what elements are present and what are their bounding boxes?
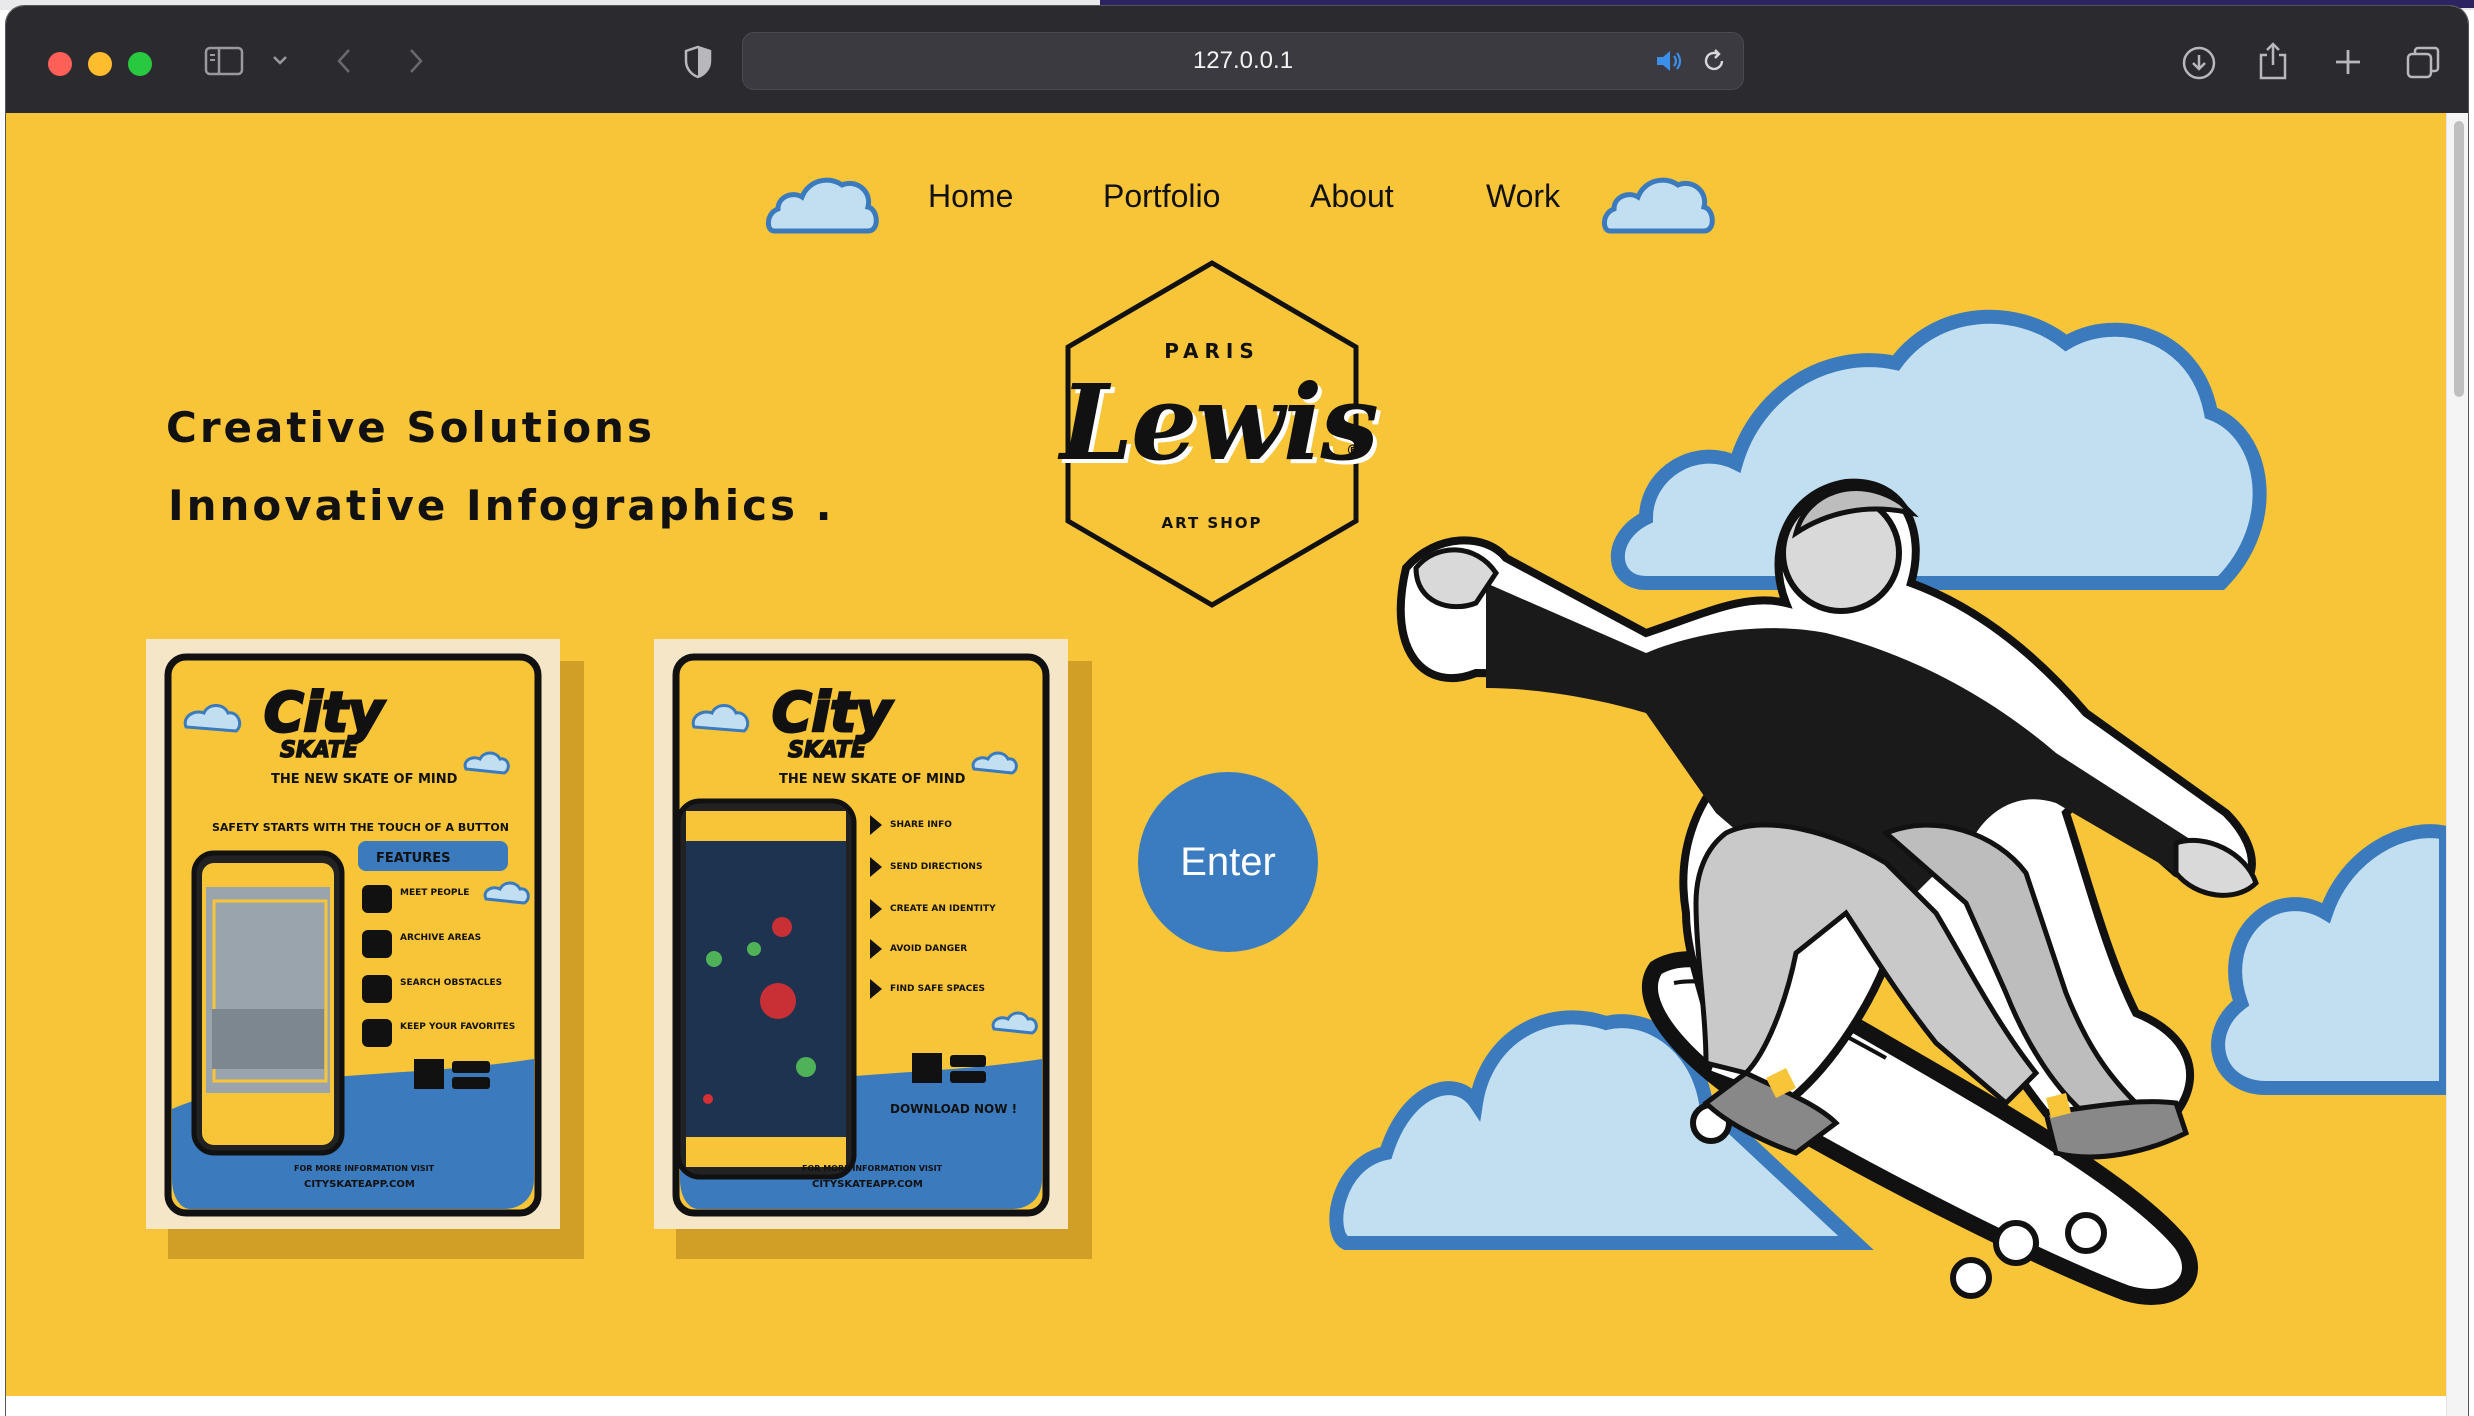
url-text[interactable]: 127.0.0.1	[743, 33, 1743, 89]
poster-2-footer-2: CITYSKATEAPP.COM	[812, 1179, 923, 1190]
poster-1-feature-3: SEARCH OBSTACLES	[400, 978, 502, 988]
poster-2-brand: City	[772, 681, 894, 744]
poster-2-item-4: AVOID DANGER	[890, 944, 967, 954]
logo-subtitle-text: ART SHOP	[1161, 514, 1263, 532]
web-page: Home Portfolio About Work PARIS Lewis ® …	[6, 113, 2446, 1396]
browser-toolbar: 127.0.0.1	[6, 6, 2468, 113]
tab-overview-icon[interactable]	[2404, 44, 2442, 82]
poster-2-item-1: SHARE INFO	[890, 820, 952, 830]
poster-2-tagline: THE NEW SKATE OF MIND	[779, 772, 966, 787]
nav-home[interactable]: Home	[928, 178, 1013, 215]
poster-1-footer-1: FOR MORE INFORMATION VISIT	[294, 1164, 435, 1173]
reload-icon[interactable]	[1699, 46, 1729, 76]
poster-1-tagline: THE NEW SKATE OF MIND	[271, 772, 458, 787]
poster-1-feature-2: ARCHIVE AREAS	[400, 933, 481, 943]
poster-1-feature-1: MEET PEOPLE	[400, 888, 469, 898]
poster-1-brand-sub: SKATE	[280, 738, 358, 763]
logo-name-text: Lewis	[1060, 361, 1379, 484]
poster-2-item-3: CREATE AN IDENTITY	[890, 904, 996, 914]
poster-2-item-2: SEND DIRECTIONS	[890, 862, 982, 872]
minimize-window-button[interactable]	[88, 52, 112, 76]
registered-mark: ®	[1346, 443, 1360, 459]
poster-2-artwork: City SKATE THE NEW SKATE OF MIND SHARE I…	[654, 639, 1092, 1259]
poster-2-brand-sub: SKATE	[788, 738, 866, 763]
downloads-icon[interactable]	[2180, 44, 2218, 82]
poster-2-footer-1: FOR MORE INFORMATION VISIT	[802, 1164, 943, 1173]
logo-city-text: PARIS	[1164, 339, 1260, 363]
share-icon[interactable]	[2256, 40, 2290, 82]
close-window-button[interactable]	[48, 52, 72, 76]
poster-1-feature-4: KEEP YOUR FAVORITES	[400, 1022, 515, 1032]
hero-headline-2: Innovative Infographics .	[168, 481, 835, 530]
poster-1-footer-2: CITYSKATEAPP.COM	[304, 1179, 415, 1190]
nav-about[interactable]: About	[1310, 178, 1394, 215]
zoom-window-button[interactable]	[128, 52, 152, 76]
forward-icon[interactable]	[404, 44, 428, 78]
poster-1-artwork: City SKATE THE NEW SKATE OF MIND SAFETY …	[146, 639, 584, 1259]
poster-1-brand: City	[264, 681, 386, 744]
cloud-large	[1610, 309, 2267, 590]
poster-2-download: DOWNLOAD NOW !	[890, 1102, 1017, 1116]
back-icon[interactable]	[332, 44, 356, 78]
page-scrollbar[interactable]	[2446, 113, 2468, 1416]
sidebar-icon[interactable]	[202, 44, 246, 78]
privacy-shield-icon[interactable]	[682, 44, 714, 80]
browser-window: 127.0.0.1 Home Portfolio About Work PARI…	[6, 6, 2468, 1416]
poster-1-features-title: FEATURES	[376, 851, 451, 866]
new-tab-icon[interactable]	[2332, 46, 2364, 78]
nav-cloud-right-icon	[1602, 177, 1715, 234]
chevron-down-icon[interactable]	[270, 50, 290, 70]
poster-1-heading: SAFETY STARTS WITH THE TOUCH OF A BUTTON	[212, 821, 509, 834]
hero-headline-1: Creative Solutions	[166, 403, 655, 452]
poster-city-skate-2[interactable]: City SKATE THE NEW SKATE OF MIND SHARE I…	[654, 639, 1104, 1273]
lewis-logo: PARIS Lewis ® ART SHOP	[1060, 259, 1379, 609]
poster-2-item-5: FIND SAFE SPACES	[890, 984, 985, 994]
scrollbar-thumb[interactable]	[2454, 121, 2464, 397]
page-bottom-area	[6, 1396, 2446, 1416]
enter-button[interactable]: Enter	[1138, 772, 1318, 952]
nav-work[interactable]: Work	[1486, 178, 1560, 215]
poster-city-skate-1[interactable]: City SKATE THE NEW SKATE OF MIND SAFETY …	[146, 639, 596, 1273]
address-bar[interactable]: 127.0.0.1	[742, 32, 1744, 90]
nav-portfolio[interactable]: Portfolio	[1103, 178, 1220, 215]
speaker-icon[interactable]	[1653, 45, 1687, 77]
nav-cloud-left-icon	[766, 177, 879, 234]
